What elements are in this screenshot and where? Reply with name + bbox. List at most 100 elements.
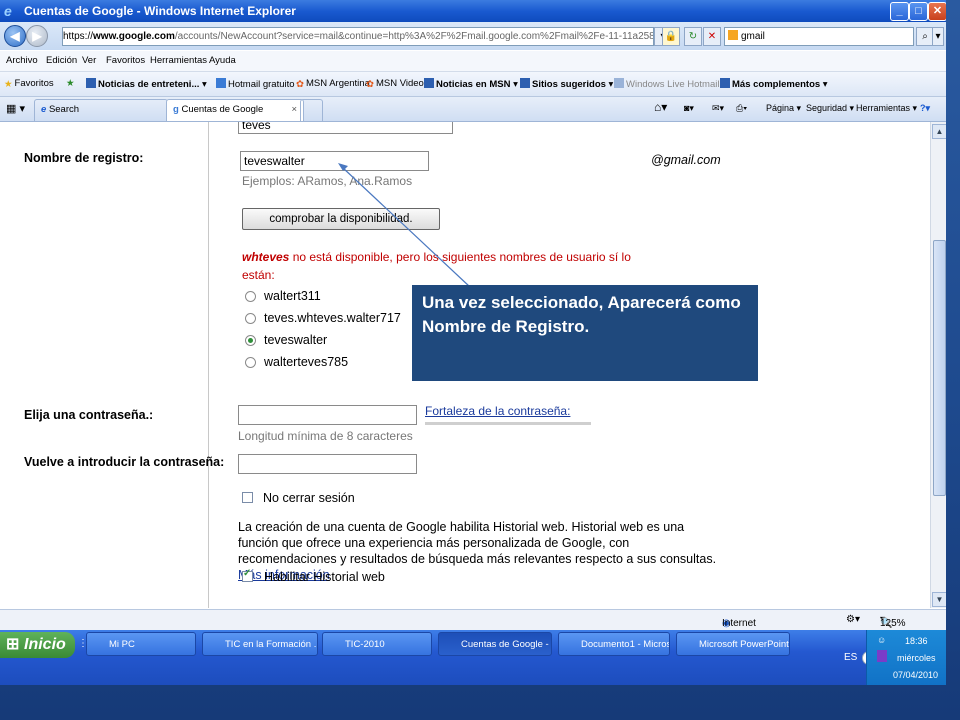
- menu-bar: Archivo Edición Ver Favoritos Herramient…: [0, 51, 946, 72]
- title-bar: e Cuentas de Google - Windows Internet E…: [0, 0, 946, 22]
- minimize-button[interactable]: _: [890, 2, 909, 21]
- suggestion-radio-4[interactable]: [245, 357, 256, 368]
- security-menu[interactable]: Seguridad ▾: [806, 103, 854, 114]
- stay-signed-in-checkbox[interactable]: [242, 492, 253, 503]
- favorite-noticias-entretenimiento[interactable]: Noticias de entreteni... ▾: [86, 78, 207, 90]
- quick-tabs-icon[interactable]: ▦ ▾: [6, 102, 25, 115]
- refresh-icon[interactable]: ↻: [684, 27, 702, 46]
- help-icon[interactable]: ?▾: [920, 103, 930, 114]
- close-button[interactable]: ✕: [928, 2, 946, 21]
- menu-herramientas[interactable]: Herramientas: [150, 55, 207, 66]
- scroll-thumb[interactable]: [933, 240, 946, 496]
- favorites-button[interactable]: ★ Favoritos: [4, 78, 54, 90]
- zoom-level[interactable]: 🔍 125% ▾: [880, 614, 906, 629]
- tab-search[interactable]: e Search: [34, 99, 168, 121]
- page-menu[interactable]: Página ▾: [766, 103, 801, 114]
- task-documento1[interactable]: Documento1 - Micros...: [558, 632, 670, 656]
- print-icon[interactable]: ⎙▾: [736, 103, 747, 114]
- menu-ver[interactable]: Ver: [82, 55, 96, 66]
- clock-day: miércoles: [897, 653, 936, 663]
- tools-menu[interactable]: Herramientas ▾: [856, 103, 917, 114]
- check-availability-button[interactable]: comprobar la disponibilidad.: [242, 208, 440, 230]
- suggestion-label-3: teveswalter: [264, 333, 328, 347]
- tab-cuentas-google[interactable]: g Cuentas de Google ×: [166, 99, 304, 121]
- forward-button[interactable]: ▶: [26, 25, 48, 47]
- unavailable-message: whteves no está disponible, pero los sig…: [242, 250, 631, 264]
- clock-time[interactable]: 18:36: [905, 636, 928, 646]
- favorite-mas-complementos[interactable]: Más complementos ▾: [720, 78, 828, 90]
- username-examples: Ejemplos: ARamos, Ana.Ramos: [242, 174, 413, 188]
- clock-date: 07/04/2010: [893, 670, 939, 680]
- last-name-field[interactable]: teves: [238, 122, 453, 134]
- screenshot: e Cuentas de Google - Windows Internet E…: [0, 0, 946, 685]
- favorite-noticias-msn[interactable]: Noticias en MSN ▾: [424, 78, 518, 90]
- suggestion-label-1: waltert311: [264, 289, 321, 303]
- search-input[interactable]: gmail: [724, 27, 914, 46]
- suggestion-radio-3[interactable]: [245, 335, 256, 346]
- home-icon[interactable]: ⌂▾: [654, 100, 667, 114]
- favorite-msn-video[interactable]: ✿ MSN Video: [366, 78, 424, 90]
- system-tray: ☺ 18:36 miércoles 07/04/2010: [866, 630, 946, 685]
- scroll-down-icon[interactable]: ▼: [932, 592, 946, 607]
- task-powerpoint[interactable]: Microsoft PowerPoint ...: [676, 632, 790, 656]
- unavailable-message-line2: están:: [242, 268, 275, 282]
- username-label: Nombre de registro:: [24, 151, 144, 165]
- password-hint: Longitud mínima de 8 caracteres: [238, 429, 413, 443]
- windows-logo-icon: ⊞: [6, 636, 20, 653]
- url-scheme: https://: [63, 31, 94, 42]
- status-bar: ◉ Internet ⚙▾ 🔍 125% ▾: [0, 609, 946, 630]
- window-title: Cuentas de Google - Windows Internet Exp…: [24, 4, 296, 18]
- scroll-up-icon[interactable]: ▲: [932, 124, 946, 139]
- task-tic-2010[interactable]: TIC-2010: [322, 632, 432, 656]
- task-cuentas-google[interactable]: Cuentas de Google - ...: [438, 632, 552, 656]
- address-bar[interactable]: https://www.google.com/accounts/NewAccou…: [62, 27, 654, 46]
- enable-history-checkbox[interactable]: [242, 568, 253, 582]
- back-button[interactable]: ◀: [4, 25, 26, 47]
- page-icon: [86, 78, 96, 88]
- password-strength-link[interactable]: Fortaleza de la contraseña:: [425, 404, 570, 418]
- password-confirm-label: Vuelve a introducir la contraseña:: [24, 455, 225, 469]
- feeds-icon[interactable]: ◙▾: [684, 103, 694, 114]
- menu-archivo[interactable]: Archivo: [6, 55, 38, 66]
- username-field[interactable]: teveswalter: [240, 151, 429, 171]
- lock-icon[interactable]: 🔒: [662, 27, 680, 46]
- language-indicator[interactable]: ES: [844, 652, 857, 663]
- close-tab-icon[interactable]: ×: [291, 100, 297, 120]
- task-mi-pc[interactable]: Mi PC: [86, 632, 196, 656]
- mail-icon[interactable]: ✉▾: [712, 103, 724, 114]
- favorite-sitios-sugeridos[interactable]: Sitios sugeridos ▾: [520, 78, 613, 90]
- address-toolbar: ◀ ▶ https://www.google.com/accounts/NewA…: [0, 22, 946, 50]
- favorite-msn-argentina[interactable]: ✿ MSN Argentina: [296, 78, 370, 90]
- suggestion-radio-1[interactable]: [245, 291, 256, 302]
- password-strength-bar: [425, 422, 591, 425]
- menu-favoritos[interactable]: Favoritos: [106, 55, 145, 66]
- suggestion-radio-2[interactable]: [245, 313, 256, 324]
- favorites-bar: ★ Favoritos ★ Noticias de entreteni... ▾ …: [0, 72, 946, 97]
- url-path: /accounts/NewAccount?service=mail&contin…: [174, 31, 653, 42]
- menu-edicion[interactable]: Edición: [46, 55, 77, 66]
- google-tab-icon: g: [173, 104, 179, 115]
- divider: [208, 122, 209, 608]
- password-confirm-field[interactable]: [238, 454, 417, 474]
- search-options-icon[interactable]: ▾: [932, 27, 944, 46]
- maximize-button[interactable]: □: [909, 2, 928, 21]
- password-field[interactable]: [238, 405, 417, 425]
- new-tab-button[interactable]: [300, 99, 323, 121]
- gmail-suffix: @gmail.com: [651, 153, 721, 167]
- enable-history-label: Habilitar Historial web: [264, 570, 385, 584]
- search-provider-icon: [728, 30, 738, 40]
- suggestion-label-4: walterteves785: [264, 355, 349, 369]
- stop-icon[interactable]: ✕: [703, 27, 721, 46]
- favorite-hotmail[interactable]: Hotmail gratuito: [216, 78, 295, 90]
- ie-logo-icon: e: [4, 3, 12, 19]
- password-label: Elija una contraseña.:: [24, 408, 154, 422]
- add-favorite-icon[interactable]: ★: [66, 78, 75, 89]
- task-tic-formacion[interactable]: TIC en la Formación ...: [202, 632, 318, 656]
- favorite-windows-live-hotmail[interactable]: Windows Live Hotmail ▾: [614, 78, 727, 90]
- tray-app-icon: ☺: [877, 635, 887, 645]
- menu-ayuda[interactable]: Ayuda: [209, 55, 236, 66]
- vertical-scrollbar[interactable]: ▲ ▼: [930, 122, 946, 608]
- callout-box: Una vez seleccionado, Aparecerá como Nom…: [412, 285, 758, 381]
- start-button[interactable]: ⊞ Inicio: [0, 632, 75, 658]
- protected-mode-icon[interactable]: ⚙▾: [846, 614, 860, 625]
